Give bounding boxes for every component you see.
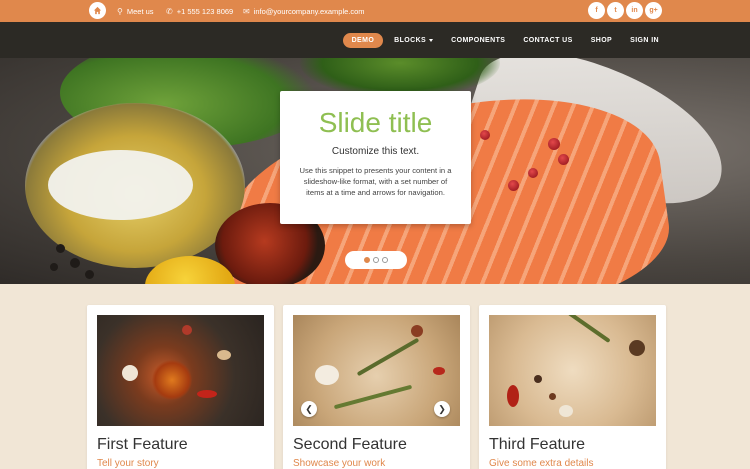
facebook-icon[interactable]: f [588, 2, 605, 19]
spices-image [97, 315, 264, 426]
hero-slider: Slide title Customize this text. Use thi… [0, 58, 750, 284]
phone-icon: ✆ [166, 6, 173, 16]
nav-item-components[interactable]: COMPONENTS [442, 33, 514, 48]
peppercorn [70, 258, 80, 268]
carousel-prev-button[interactable]: ❮ [301, 401, 317, 417]
garlic [559, 405, 573, 417]
feature-title: Second Feature [293, 436, 407, 453]
peppercorn-red [480, 130, 490, 140]
rosemary-sprig [333, 384, 413, 410]
peppercorn [56, 244, 65, 253]
twitter-icon[interactable]: t [607, 2, 624, 19]
feature-card-1: First Feature Tell your story [87, 305, 274, 469]
spices-image [489, 315, 656, 426]
peppercorn-red [558, 154, 569, 165]
slide-indicators [345, 251, 407, 269]
feature-title: Third Feature [489, 436, 586, 453]
garlic [315, 365, 339, 385]
phone-info[interactable]: ✆ +1 555 123 8069 [166, 0, 233, 22]
linkedin-icon[interactable]: in [626, 2, 643, 19]
carousel-next-button[interactable]: ❯ [434, 401, 450, 417]
spice-pile [152, 360, 192, 400]
bowl-reflection [48, 150, 193, 220]
email-address: info@yourcompany.example.com [253, 6, 365, 16]
envelope-icon: ✉ [243, 6, 250, 16]
chili [507, 385, 519, 407]
chevron-left-icon: ❮ [305, 403, 313, 414]
slide-caption-box: Slide title Customize this text. Use thi… [280, 91, 471, 224]
nut [217, 350, 231, 360]
feature-subtitle: Tell your story [97, 458, 159, 469]
social-links: f t in g+ [588, 2, 662, 19]
spice-dot [182, 325, 192, 335]
peppercorn-red [528, 168, 538, 178]
chevron-right-icon: ❯ [438, 403, 446, 414]
main-navbar: DEMO BLOCKS COMPONENTS CONTACT US SHOP S… [0, 22, 750, 58]
nav-item-demo[interactable]: DEMO [342, 32, 384, 48]
peppercorn [549, 393, 556, 400]
peppercorn-red [548, 138, 560, 150]
rosemary-sprig [356, 337, 420, 377]
location-info[interactable]: ⚲ Meet us [117, 0, 154, 22]
email-info[interactable]: ✉ info@yourcompany.example.com [243, 0, 365, 22]
nav-item-blocks[interactable]: BLOCKS [385, 33, 442, 48]
slide-indicator-1[interactable] [364, 257, 370, 263]
peppercorn-red [508, 180, 519, 191]
nav-item-blocks-label: BLOCKS [394, 36, 427, 44]
top-bar: ⚲ Meet us ✆ +1 555 123 8069 ✉ info@yourc… [0, 0, 750, 22]
home-icon [93, 6, 102, 15]
peppercorn [534, 375, 542, 383]
rosemary-sprig [567, 315, 611, 343]
slide-text: Use this snippet to presents your conten… [299, 166, 452, 197]
nav-item-sign-in[interactable]: SIGN IN [621, 33, 668, 48]
peppercorn [85, 270, 94, 279]
slide-subtitle: Customize this text. [331, 146, 420, 157]
nav-menu: DEMO BLOCKS COMPONENTS CONTACT US SHOP S… [342, 22, 668, 58]
nav-item-contact-us[interactable]: CONTACT US [514, 33, 581, 48]
slide-indicator-3[interactable] [382, 257, 388, 263]
chili [433, 367, 445, 375]
feature-card-2: ❮ ❯ Second Feature Showcase your work [283, 305, 470, 469]
home-button[interactable] [89, 2, 106, 19]
feature-card-3: Third Feature Give some extra details [479, 305, 666, 469]
star-anise [629, 340, 645, 356]
spice-dot [411, 325, 423, 337]
google-plus-icon[interactable]: g+ [645, 2, 662, 19]
chili [197, 390, 217, 398]
slide-indicator-2[interactable] [373, 257, 379, 263]
feature-subtitle: Give some extra details [489, 458, 594, 469]
garlic [122, 365, 138, 381]
peppercorn [50, 263, 58, 271]
nav-item-shop[interactable]: SHOP [582, 33, 621, 48]
feature-subtitle: Showcase your work [293, 458, 386, 469]
slide-title: Slide title [318, 107, 433, 138]
location-label: Meet us [126, 6, 154, 16]
feature-title: First Feature [97, 436, 188, 453]
map-marker-icon: ⚲ [117, 6, 123, 16]
caret-down-icon [429, 38, 434, 42]
phone-number: +1 555 123 8069 [176, 6, 234, 16]
